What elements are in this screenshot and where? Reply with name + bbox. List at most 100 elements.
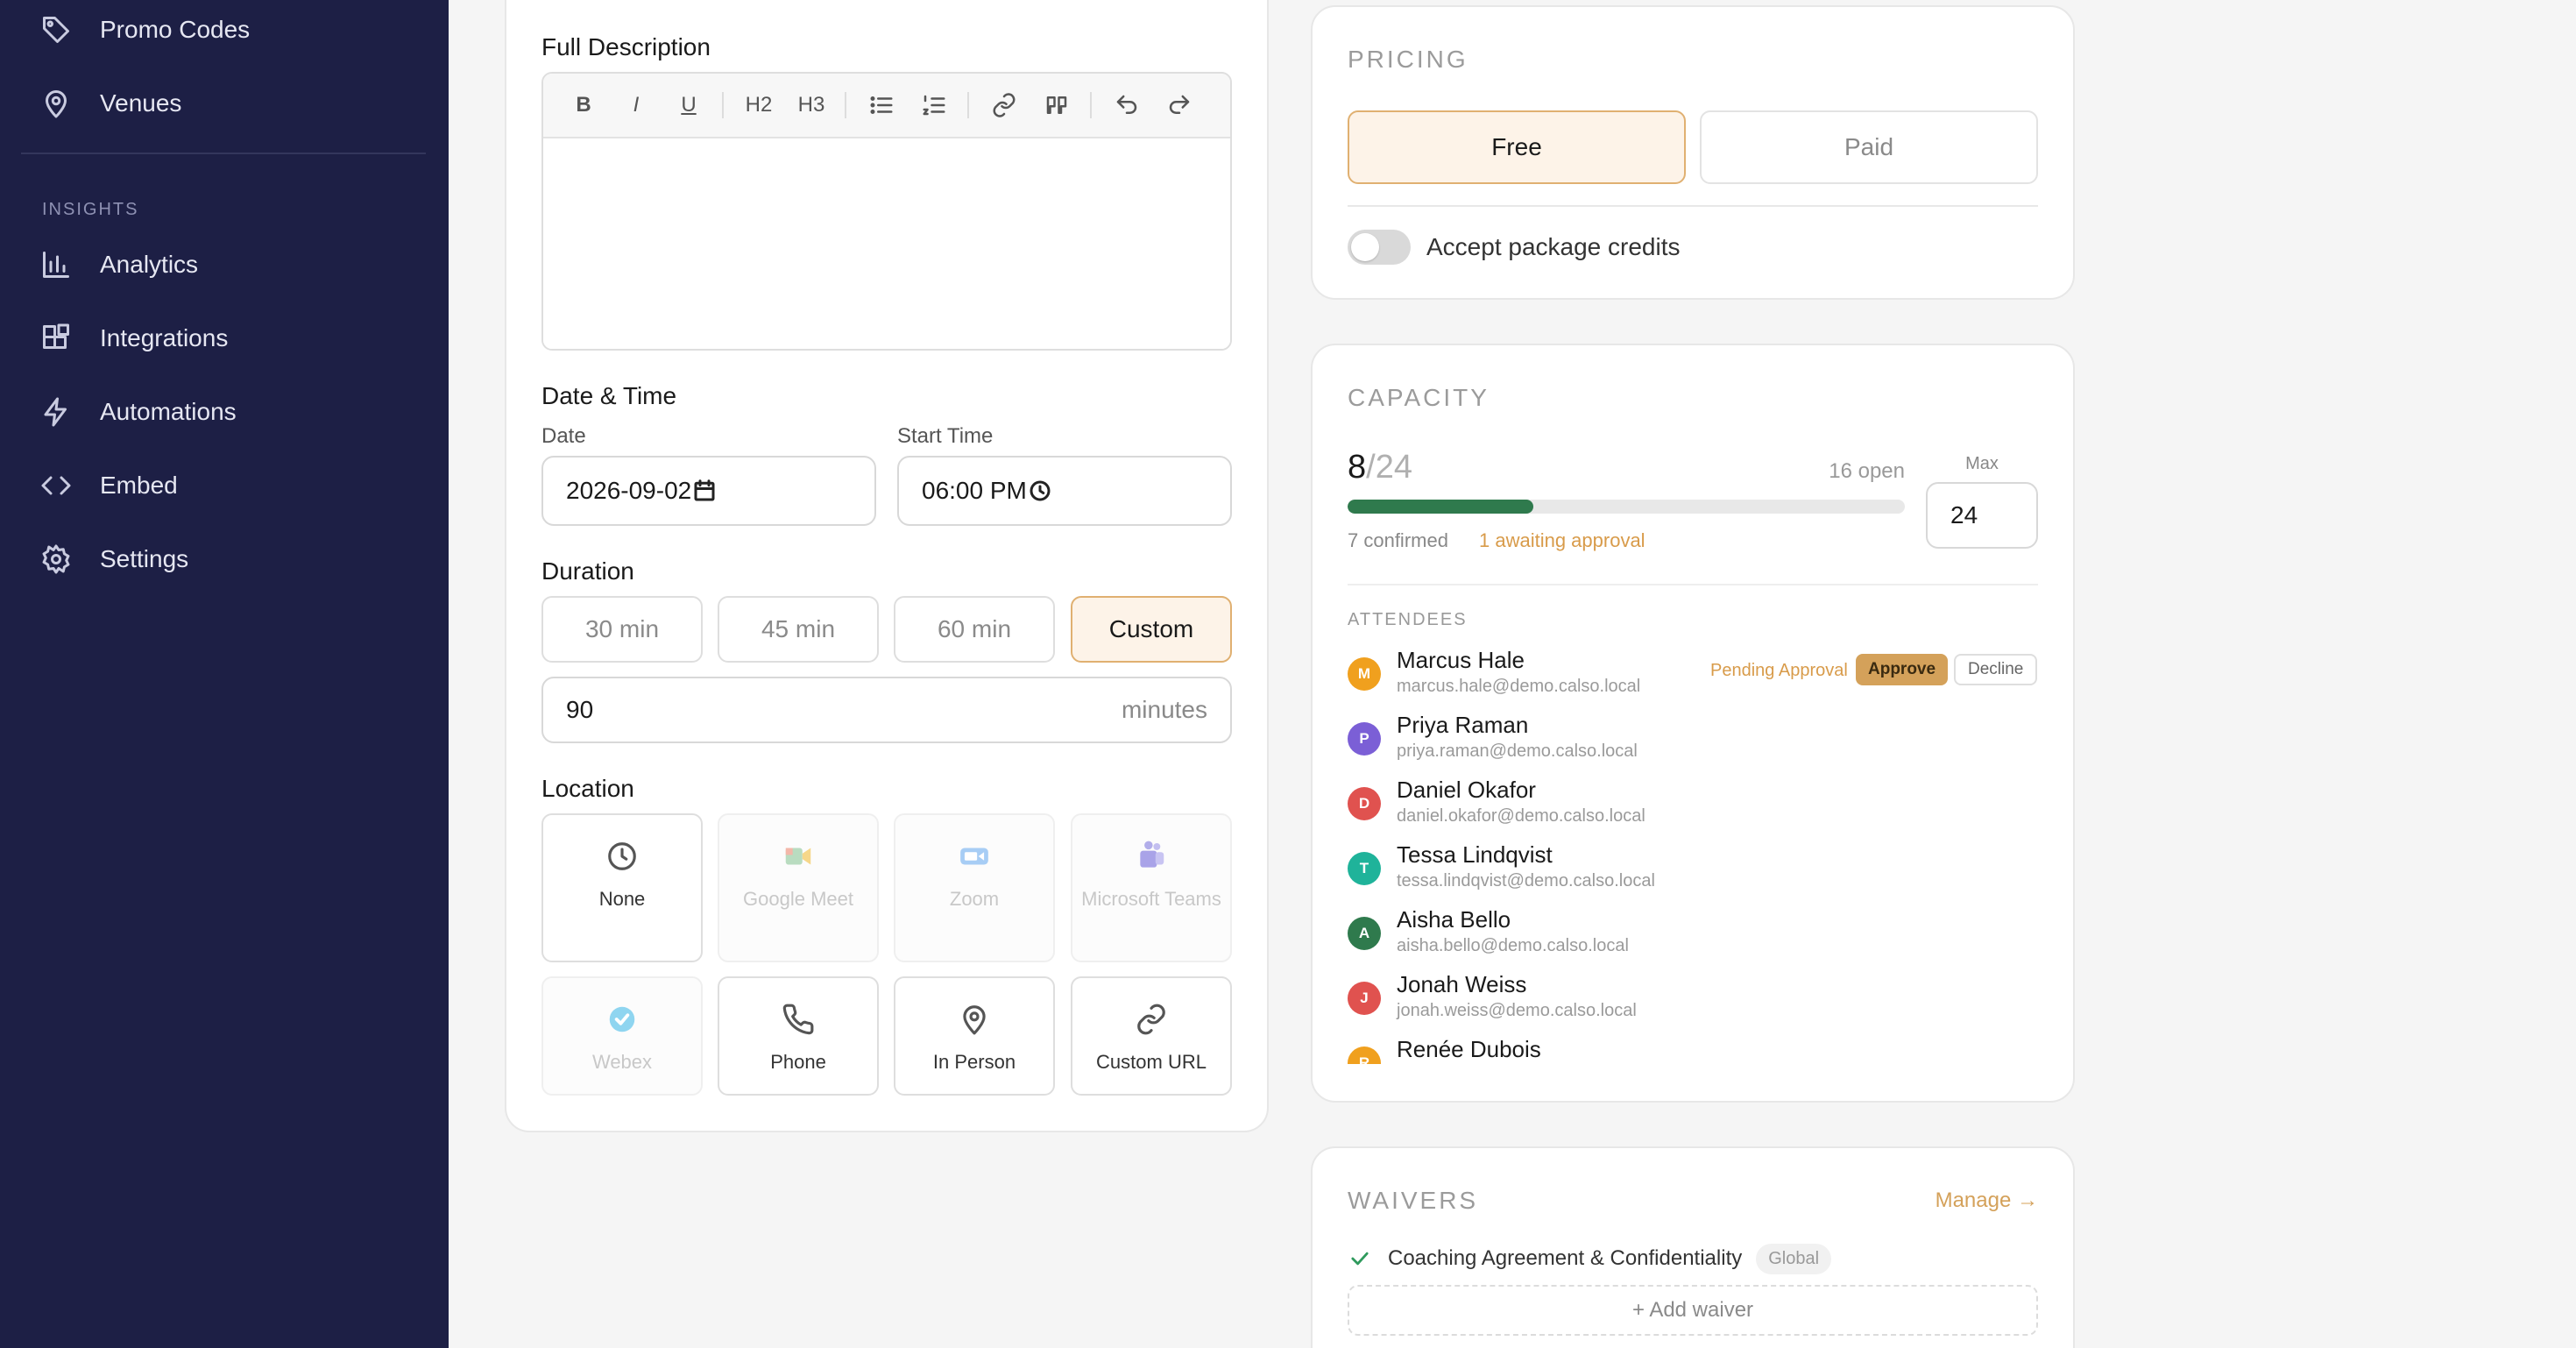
bullet-list-icon[interactable] [862,88,901,123]
pricing-title: PRICING [1348,46,1468,73]
add-waiver-button[interactable]: + Add waiver [1348,1285,2038,1336]
attendee-row: J Jonah Weiss jonah.weiss@demo.calso.loc… [1348,971,2040,1029]
full-description-label: Full Description [541,33,711,60]
sidebar-item-automations[interactable]: Automations [21,379,424,445]
custom-duration-value: 90 [566,696,594,723]
sidebar-item-promo-codes[interactable]: Promo Codes [21,0,424,63]
divider [1348,205,2038,207]
sidebar-item-venues[interactable]: Venues [21,70,424,137]
sidebar-item-label: Settings [100,545,189,572]
avatar: P [1348,722,1381,756]
waiver-tag: Global [1756,1243,1832,1274]
attendee-row: T Tessa Lindqvist tessa.lindqvist@demo.c… [1348,841,2040,899]
link-icon[interactable] [985,88,1023,123]
sidebar-item-analytics[interactable]: Analytics [21,231,424,298]
sidebar-item-label: Embed [100,472,178,499]
location-webex-option: Webex [541,976,703,1096]
attendee-row: M Marcus Hale marcus.hale@demo.calso.loc… [1348,647,2040,705]
attendee-email: priya.raman@demo.calso.local [1397,741,1638,761]
code-icon [40,470,72,501]
location-option-label: Custom URL [1096,1051,1207,1073]
attendee-email: jonah.weiss@demo.calso.local [1397,1001,1637,1020]
attendee-name: Jonah Weiss [1397,971,1527,997]
editor-content-area[interactable] [543,138,1230,349]
toolbar-divider [845,92,846,118]
custom-duration-input[interactable]: 90 minutes [541,677,1232,743]
attendee-name: Marcus Hale [1397,647,1525,673]
sidebar-item-label: Analytics [100,251,199,278]
duration-custom-button[interactable]: Custom [1071,596,1232,663]
attendee-email: marcus.hale@demo.calso.local [1397,677,1641,696]
heading2-button[interactable]: H2 [740,88,778,123]
duration-45-button[interactable]: 45 min [718,596,879,663]
start-time-value: 06:00 PM [922,477,1027,504]
attendee-row: D Daniel Okafor daniel.okafor@demo.calso… [1348,777,2040,834]
date-input[interactable]: 2026-09-02 [541,456,876,526]
attendee-name: Tessa Lindqvist [1397,841,1553,868]
calendar-icon [691,478,718,504]
attendee-name: Aisha Bello [1397,906,1511,933]
pricing-card: PRICING Free Paid Accept package credits [1311,5,2075,300]
sidebar-item-label: Automations [100,398,237,425]
teams-icon [1135,838,1168,875]
free-price-button[interactable]: Free [1348,110,1686,184]
undo-icon[interactable] [1108,88,1146,123]
location-custom-url-option[interactable]: Custom URL [1071,976,1232,1096]
sidebar-item-settings[interactable]: Settings [21,526,424,592]
attendee-email: aisha.bello@demo.calso.local [1397,936,1629,955]
sidebar-section-insights: INSIGHTS [42,200,139,219]
duration-label: Duration [541,557,634,585]
tag-icon [40,14,72,46]
phone-icon [782,1001,815,1038]
start-time-input[interactable]: 06:00 PM [897,456,1232,526]
waiver-name: Coaching Agreement & Confidentiality [1388,1246,1743,1270]
location-option-label: Google Meet [743,888,853,910]
zoom-icon [958,838,991,875]
accept-credits-toggle[interactable] [1348,230,1411,265]
avatar: M [1348,657,1381,691]
paid-price-button[interactable]: Paid [1700,110,2038,184]
location-option-label: Zoom [949,888,1000,910]
sidebar-item-label: Integrations [100,324,229,351]
location-phone-option[interactable]: Phone [718,976,879,1096]
location-label: Location [541,775,634,802]
attendee-name: Renée Dubois [1397,1036,1541,1062]
avatar: T [1348,852,1381,885]
sidebar-item-label: Promo Codes [100,16,251,43]
location-none-option[interactable]: None [541,813,703,962]
clock-icon [1027,478,1053,504]
toolbar-divider [967,92,969,118]
bold-button[interactable]: B [564,88,603,123]
attendee-email: tessa.lindqvist@demo.calso.local [1397,871,1655,890]
location-in-person-option[interactable]: In Person [894,976,1055,1096]
approve-button[interactable]: Approve [1856,654,1949,685]
quote-icon[interactable] [1037,88,1076,123]
numbered-list-icon[interactable] [915,88,953,123]
map-pin-icon [40,88,72,119]
gear-icon [40,543,72,575]
redo-icon[interactable] [1160,88,1199,123]
zap-icon [40,396,72,428]
sidebar-item-integrations[interactable]: Integrations [21,305,424,372]
waiver-item: Coaching Agreement & Confidentiality Glo… [1348,1239,1832,1278]
bar-chart-icon [40,249,72,280]
manage-waivers-link[interactable]: Manage → [1936,1188,2038,1213]
waivers-card: WAIVERS Manage → Coaching Agreement & Co… [1311,1146,2075,1348]
decline-button[interactable]: Decline [1954,654,2038,685]
date-time-label: Date & Time [541,382,677,409]
attendee-name: Daniel Okafor [1397,777,1536,803]
duration-60-button[interactable]: 60 min [894,596,1055,663]
google-meet-icon [782,838,815,875]
attendee-email: daniel.okafor@demo.calso.local [1397,806,1645,826]
attendee-list: M Marcus Hale marcus.hale@demo.calso.loc… [1313,345,2073,1064]
blocks-icon [40,323,72,354]
toolbar-divider [1090,92,1092,118]
check-icon [1348,1246,1372,1271]
duration-30-button[interactable]: 30 min [541,596,703,663]
underline-button[interactable]: U [669,88,708,123]
italic-button[interactable]: I [617,88,655,123]
date-label: Date [541,424,586,448]
heading3-button[interactable]: H3 [792,88,831,123]
sidebar-item-embed[interactable]: Embed [21,452,424,519]
location-option-label: Webex [591,1051,653,1073]
